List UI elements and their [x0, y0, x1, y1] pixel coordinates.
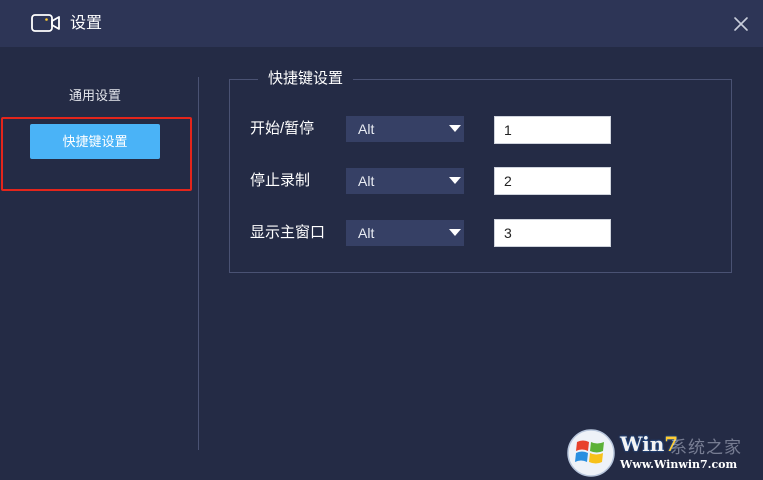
stop-recording-modifier-select[interactable]: Alt [346, 168, 464, 194]
dropdown-arrow-icon [449, 177, 461, 184]
group-legend: 快捷键设置 [258, 69, 354, 89]
sidebar-item-shortcut-settings[interactable]: 快捷键设置 [30, 124, 160, 159]
show-main-window-key-input[interactable] [494, 219, 611, 247]
start-pause-key-input[interactable] [494, 116, 611, 144]
watermark-logo-text: Win7 [620, 432, 678, 456]
shortcut-label-stop-recording: 停止录制 [250, 172, 311, 189]
start-pause-modifier-select[interactable]: Alt [346, 116, 464, 142]
close-icon[interactable] [730, 13, 752, 35]
shortcut-label-show-main-window: 显示主窗口 [250, 224, 326, 241]
watermark-url: Www.Winwin7.com [620, 458, 738, 471]
title-bar: 设置 [0, 0, 763, 47]
watermark-cn-text: 系统之家 [670, 438, 742, 457]
shortcut-label-start-pause: 开始/暂停 [250, 120, 315, 137]
sidebar-divider [198, 77, 199, 450]
sidebar-item-general-settings[interactable]: 通用设置 [0, 87, 190, 105]
video-camera-icon [31, 14, 60, 32]
select-value: Alt [358, 121, 375, 137]
dropdown-arrow-icon [449, 125, 461, 132]
watermark: Win7 系统之家 Www.Winwin7.com [566, 428, 760, 478]
watermark-win: Win [620, 432, 665, 456]
stop-recording-key-input[interactable] [494, 167, 611, 195]
watermark-seven: 7 [664, 432, 679, 456]
window-title: 设置 [70, 15, 103, 32]
show-main-window-modifier-select[interactable]: Alt [346, 220, 464, 246]
windows-logo-icon [567, 429, 615, 477]
select-value: Alt [358, 173, 375, 189]
dropdown-arrow-icon [449, 229, 461, 236]
select-value: Alt [358, 225, 375, 241]
settings-window: 设置 通用设置 快捷键设置 快捷键设置 开始/暂停 Alt 停止录制 Alt 显… [0, 0, 763, 480]
